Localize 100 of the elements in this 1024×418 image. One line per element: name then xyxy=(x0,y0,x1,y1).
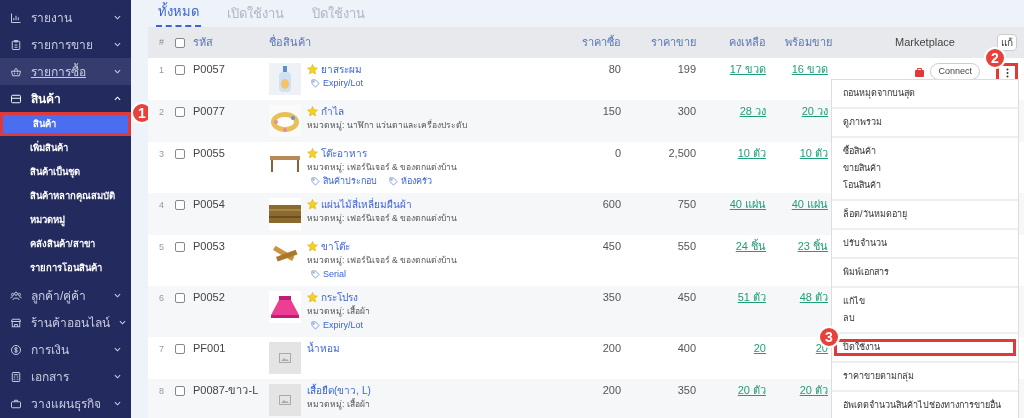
sidebar-item[interactable]: ร้านค้าออนไลน์ xyxy=(0,309,131,336)
menu-item[interactable]: อัพเดตจำนวนสินค้าไปช่องทางการขายอื่น xyxy=(832,397,1018,414)
sell-price: 350 xyxy=(676,384,697,398)
star-icon[interactable] xyxy=(307,148,318,159)
row-checkbox[interactable] xyxy=(175,344,185,354)
row-checkbox[interactable] xyxy=(175,386,185,396)
tag-icon xyxy=(389,177,398,186)
row-checkbox[interactable] xyxy=(175,149,185,159)
sidebar-item[interactable]: ลูกค้า/คู่ค้า xyxy=(0,282,131,309)
product-name[interactable]: น้ำหอม xyxy=(307,342,340,355)
column-header: รหัส xyxy=(193,35,214,51)
product-name[interactable]: ขาโต๊ะ xyxy=(321,240,350,253)
product-name[interactable]: โต๊ะอาหาร xyxy=(321,147,367,160)
stock-link[interactable]: 10 ตัว xyxy=(737,147,766,159)
basket-icon xyxy=(10,65,22,78)
chevron-icon xyxy=(114,42,121,47)
sidebar-item[interactable]: วางแผนธุรกิจ xyxy=(0,390,131,417)
column-header: Marketplace xyxy=(894,35,956,51)
star-icon[interactable] xyxy=(307,292,318,303)
product-code: P0057 xyxy=(193,63,226,77)
chevron-icon xyxy=(119,320,126,325)
sell-price: 2,500 xyxy=(667,147,697,161)
available-link[interactable]: 10 ตัว xyxy=(799,147,828,159)
sidebar-item[interactable]: รายการขาย xyxy=(0,31,131,58)
sidebar-subitem[interactable]: สินค้าหลากคุณสมบัติ xyxy=(0,184,131,208)
product-category: หมวดหมู่: เสื้อผ้า xyxy=(307,305,370,318)
stock-link[interactable]: 17 ขวด xyxy=(729,63,766,75)
row-checkbox[interactable] xyxy=(175,293,185,303)
chevron-icon xyxy=(114,69,121,74)
users-icon xyxy=(10,289,22,302)
store-icon xyxy=(10,316,22,329)
sell-price: 400 xyxy=(676,342,697,356)
product-code: P0077 xyxy=(193,105,226,119)
tag-icon xyxy=(311,321,320,330)
star-icon[interactable] xyxy=(307,64,318,75)
menu-item[interactable]: ขายสินค้า xyxy=(832,160,1018,177)
available-link[interactable]: 16 ขวด xyxy=(791,63,828,75)
sell-price: 550 xyxy=(676,240,697,254)
product-code: P0052 xyxy=(193,291,226,305)
row-checkbox[interactable] xyxy=(175,107,185,117)
kebab-icon xyxy=(1005,68,1009,78)
sidebar-subitem[interactable]: สินค้าเป็นชุด xyxy=(0,160,131,184)
product-name[interactable]: กระโปรง xyxy=(321,291,358,304)
star-icon[interactable] xyxy=(307,199,318,210)
buy-price: 450 xyxy=(601,240,622,254)
stock-link[interactable]: 20 xyxy=(753,342,766,354)
menu-item[interactable]: ลบ xyxy=(832,310,1018,327)
product-tag: Expiry/Lot xyxy=(323,319,364,332)
star-icon[interactable] xyxy=(307,106,318,117)
product-name[interactable]: ยาสระผม xyxy=(321,63,362,76)
star-icon[interactable] xyxy=(307,241,318,252)
product-category: หมวดหมู่: เฟอร์นิเจอร์ & ของตกแต่งบ้าน xyxy=(307,254,458,267)
menu-item[interactable]: ปิดใช้งาน xyxy=(834,339,1016,356)
column-header: # xyxy=(158,35,165,49)
menu-item[interactable]: ถอนหมุดจากบนสุด xyxy=(832,85,1018,102)
menu-item[interactable]: พิมพ์เอกสาร xyxy=(832,264,1018,281)
buy-price: 150 xyxy=(601,105,622,119)
row-checkbox[interactable] xyxy=(175,242,185,252)
product-code: P0087-ขาว-L xyxy=(193,384,260,398)
row-number: 4 xyxy=(158,199,165,212)
row-number: 3 xyxy=(158,148,165,161)
sell-price: 300 xyxy=(676,105,697,119)
product-name[interactable]: เสื้อยืด(ขาว, L) xyxy=(307,384,371,397)
row-number: 2 xyxy=(158,106,165,119)
briefcase-icon xyxy=(10,397,22,410)
menu-item[interactable]: ซื้อสินค้า xyxy=(832,143,1018,160)
product-name[interactable]: กำไล xyxy=(321,105,344,118)
sidebar-subitem[interactable]: คลังสินค้า/สาขา xyxy=(0,232,131,256)
product-tag: สินค้าประกอบ xyxy=(323,175,377,188)
row-checkbox[interactable] xyxy=(175,200,185,210)
sidebar-item[interactable]: เอกสาร xyxy=(0,363,131,390)
edit-columns-button[interactable]: แก้ xyxy=(997,34,1017,51)
menu-item[interactable]: ราคาขายตามกลุ่ม xyxy=(832,368,1018,385)
menu-item[interactable]: แก้ไข xyxy=(832,293,1018,310)
menu-item[interactable]: ดูภาพรวม xyxy=(832,114,1018,131)
available-link[interactable]: 23 ชิ้น xyxy=(797,240,828,252)
sidebar-subitem[interactable]: รายการโอนสินค้า xyxy=(0,256,131,280)
chevron-icon xyxy=(114,96,121,101)
product-category: หมวดหมู่: เสื้อผ้า xyxy=(307,398,371,411)
sidebar-item[interactable]: รายงาน xyxy=(0,4,131,31)
select-all-checkbox[interactable] xyxy=(175,37,185,48)
product-name[interactable]: แผ่นไม้สี่เหลี่ยมผืนผ้า xyxy=(321,198,412,211)
product-tag: Expiry/Lot xyxy=(323,77,364,90)
row-checkbox[interactable] xyxy=(175,65,185,75)
product-tag: ห้องครัว xyxy=(401,175,432,188)
sidebar-item[interactable]: รายการซื้อ xyxy=(0,58,131,85)
sidebar-subitem[interactable]: เพิ่มสินค้า xyxy=(0,136,131,160)
sidebar-subitem[interactable]: สินค้า xyxy=(0,112,131,136)
image-icon xyxy=(279,395,291,405)
sidebar-item[interactable]: สินค้า xyxy=(0,85,131,112)
menu-item[interactable]: ปรับจำนวน xyxy=(832,235,1018,252)
column-header: ชื่อสินค้า xyxy=(268,34,312,51)
chevron-icon xyxy=(114,293,121,298)
sidebar-item[interactable]: การเงิน xyxy=(0,336,131,363)
buy-price: 0 xyxy=(613,147,622,161)
menu-item[interactable]: โอนสินค้า xyxy=(832,177,1018,194)
sidebar-subitem[interactable]: หมวดหมู่ xyxy=(0,208,131,232)
buy-price: 600 xyxy=(601,198,622,212)
menu-item[interactable]: ล็อต/วันหมดอายุ xyxy=(832,206,1018,223)
stock-link[interactable]: 24 ชิ้น xyxy=(735,240,766,252)
